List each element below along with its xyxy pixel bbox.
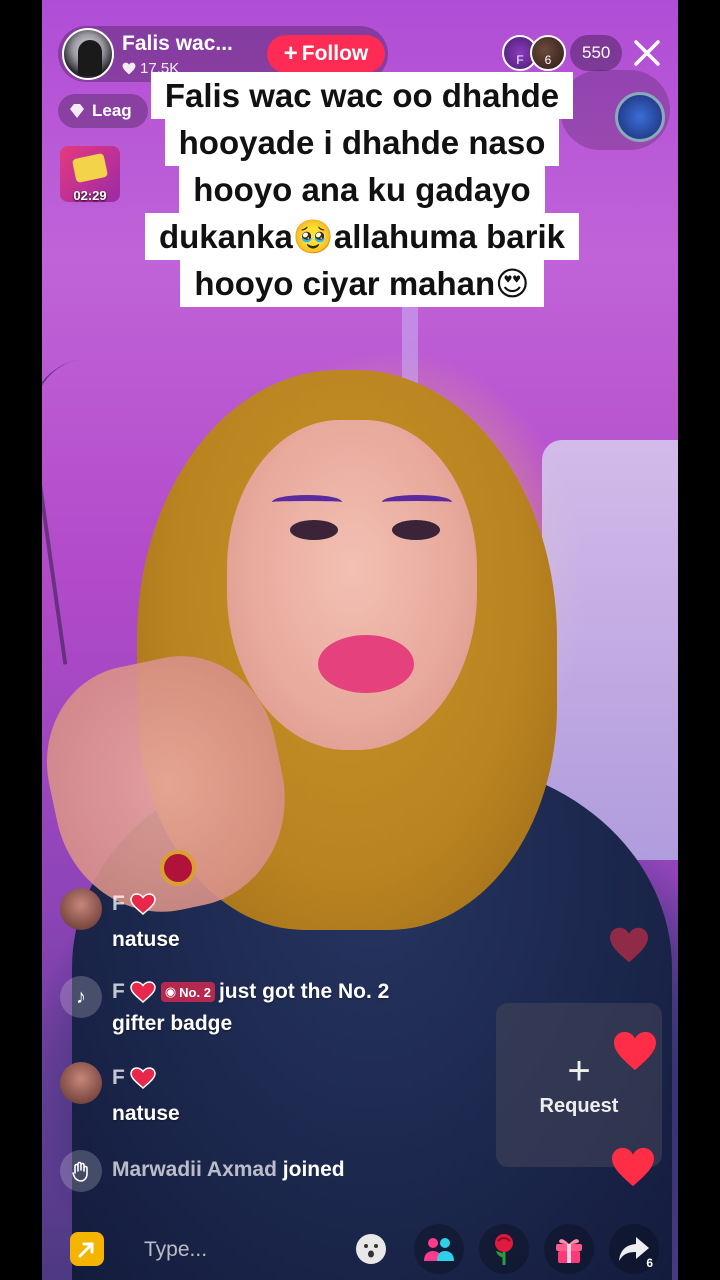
league-label: Leag (92, 101, 132, 120)
floating-heart-icon (608, 926, 650, 964)
viewer-badge: 6 (544, 53, 552, 67)
heart-badge-icon (130, 1067, 156, 1089)
medal-icon: ◉ (164, 984, 177, 999)
request-label: Request (539, 1095, 619, 1117)
comment-input[interactable] (144, 1232, 344, 1268)
caption-line: Falis wac wac oo dhahde (150, 72, 574, 119)
chat-username-text: F (112, 892, 125, 915)
viewer-count[interactable]: 550 (570, 35, 623, 71)
people-icon (424, 1238, 454, 1261)
gift-timer: 02:29 (73, 188, 107, 203)
caption-overlay: Falis wac wac oo dhahde hooyade i dhahde… (130, 72, 594, 307)
rose-gift-button[interactable] (479, 1224, 529, 1274)
request-card[interactable]: + Request (496, 1003, 662, 1167)
caption-line: dukanka🥹allahuma barik (144, 213, 580, 260)
lips (318, 635, 414, 693)
gifter-rank-badge: ◉ No. 2 (160, 982, 215, 1002)
caption-line: hooyade i dhahde naso (164, 119, 560, 166)
wave-hand-icon (60, 1150, 102, 1192)
multi-guest-button[interactable] (414, 1224, 464, 1274)
chat-text: gifter badge (112, 1012, 233, 1035)
share-arrow-tile[interactable] (70, 1232, 104, 1266)
follow-label: Follow (301, 42, 369, 65)
chat-username[interactable]: F ◉ No. 2 just got the No. 2 (112, 980, 389, 1004)
brow-left (272, 495, 342, 509)
heart-badge-icon (130, 981, 156, 1003)
share-button[interactable]: 6 (609, 1224, 659, 1274)
viewer-list[interactable]: F 6 550 (502, 35, 623, 71)
share-icon (619, 1237, 649, 1261)
plus-icon: + (283, 40, 298, 67)
diamond-icon (70, 104, 84, 118)
close-icon[interactable] (630, 36, 664, 70)
chat-username[interactable]: F (112, 1066, 157, 1090)
host-name[interactable]: Falis wac... (122, 32, 233, 56)
joined-label: joined (282, 1158, 345, 1181)
host-avatar[interactable] (62, 28, 114, 80)
chat-username-text: F (112, 980, 125, 1003)
chat-avatar[interactable] (60, 888, 102, 930)
chat-username-text: F (112, 1066, 125, 1089)
eye-left (290, 520, 338, 540)
ring (160, 850, 196, 886)
cable (42, 355, 153, 665)
share-count: 6 (646, 1256, 653, 1270)
brow-right (382, 495, 452, 509)
chat-text: natuse (112, 928, 180, 951)
eye-right (392, 520, 440, 540)
floating-heart-icon (612, 1030, 658, 1072)
streamer-face (227, 420, 477, 750)
chat-text: natuse (112, 1102, 180, 1125)
gift-icon (556, 1239, 582, 1263)
caption-line: hooyo ana ku gadayo (179, 166, 545, 213)
join-notice: Marwadii Axmad joined (112, 1158, 345, 1182)
viewer-badge: F (516, 53, 524, 67)
follow-button[interactable]: + Follow (267, 35, 385, 73)
tiktok-icon: ♪ (60, 976, 102, 1018)
chat-username[interactable]: F (112, 892, 157, 916)
rose-icon (495, 1234, 513, 1265)
floating-heart-icon (610, 1146, 656, 1188)
rank-badge-text: No. 2 (179, 984, 211, 1000)
bottom-bar: 6 (42, 1218, 678, 1280)
emoji-button[interactable] (350, 1228, 392, 1270)
joined-username[interactable]: Marwadii Axmad (112, 1158, 277, 1181)
gift-orb-icon[interactable] (615, 92, 665, 142)
gift-icon (71, 152, 109, 184)
chat-avatar[interactable] (60, 1062, 102, 1104)
viewer-avatar[interactable]: 6 (530, 35, 566, 71)
chat-text: just got the No. 2 (218, 980, 390, 1003)
heart-badge-icon (130, 893, 156, 915)
caption-line: hooyo ciyar mahan😍 (180, 260, 544, 307)
gift-button[interactable] (544, 1224, 594, 1274)
